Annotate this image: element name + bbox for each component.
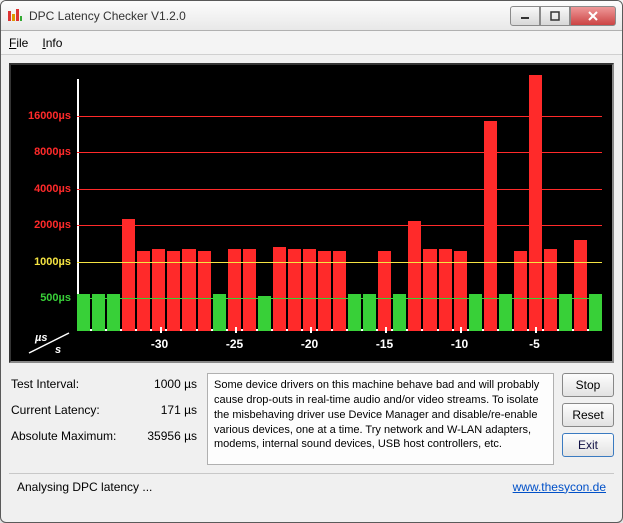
y-tick-label: 500µs bbox=[40, 292, 71, 304]
latency-bar bbox=[122, 219, 135, 331]
y-tick-label: 4000µs bbox=[34, 183, 71, 195]
app-window: DPC Latency Checker V1.2.0 File Info -30… bbox=[0, 0, 623, 523]
titlebar[interactable]: DPC Latency Checker V1.2.0 bbox=[1, 1, 622, 31]
client-area: -30 -25 -20 -15 -10 -5 µs s 500µs 1000µs 2000µs… bbox=[1, 55, 622, 507]
stat-interval-label: Test Interval: bbox=[11, 377, 121, 391]
x-tick-mark bbox=[460, 327, 462, 333]
minimize-button[interactable] bbox=[510, 6, 540, 26]
y-tick-label: 1000µs bbox=[34, 256, 71, 268]
stat-max-value: 35956 µs bbox=[121, 429, 197, 443]
latency-bar bbox=[77, 294, 90, 331]
latency-bar bbox=[408, 221, 421, 331]
svg-text:µs: µs bbox=[34, 332, 47, 344]
menubar: File Info bbox=[1, 31, 622, 55]
y-tick-label: 8000µs bbox=[34, 146, 71, 158]
gridline bbox=[77, 152, 602, 153]
stat-interval-value: 1000 µs bbox=[121, 377, 197, 391]
stat-max-label: Absolute Maximum: bbox=[11, 429, 121, 443]
window-buttons bbox=[510, 6, 616, 26]
stat-current-label: Current Latency: bbox=[11, 403, 121, 417]
gridline bbox=[77, 298, 602, 299]
latency-bar bbox=[258, 296, 271, 331]
x-tick-mark bbox=[535, 327, 537, 333]
latency-bar bbox=[559, 294, 572, 331]
menu-info[interactable]: Info bbox=[42, 36, 62, 50]
svg-text:s: s bbox=[55, 344, 61, 356]
reset-button[interactable]: Reset bbox=[562, 403, 614, 427]
gridline bbox=[77, 262, 602, 263]
status-text: Analysing DPC latency ... bbox=[17, 480, 513, 494]
x-tick-label: -25 bbox=[226, 337, 243, 351]
maximize-button[interactable] bbox=[540, 6, 570, 26]
window-title: DPC Latency Checker V1.2.0 bbox=[29, 9, 510, 23]
stat-current: Current Latency: 171 µs bbox=[11, 403, 197, 417]
app-icon bbox=[7, 8, 23, 24]
latency-bar bbox=[273, 247, 286, 331]
x-tick-label: -20 bbox=[301, 337, 318, 351]
gridline bbox=[77, 116, 602, 117]
latency-chart: -30 -25 -20 -15 -10 -5 µs s 500µs 1000µs 2000µs… bbox=[9, 63, 614, 363]
latency-bar bbox=[213, 294, 226, 331]
x-tick-mark bbox=[310, 327, 312, 333]
minimize-icon bbox=[520, 11, 530, 21]
latency-bar bbox=[107, 294, 120, 331]
x-tick-label: -5 bbox=[529, 337, 540, 351]
latency-bar bbox=[469, 294, 482, 331]
statusbar: Analysing DPC latency ... www.thesycon.d… bbox=[9, 473, 614, 499]
gridline bbox=[77, 189, 602, 190]
x-tick-mark bbox=[235, 327, 237, 333]
stat-interval: Test Interval: 1000 µs bbox=[11, 377, 197, 391]
stat-max: Absolute Maximum: 35956 µs bbox=[11, 429, 197, 443]
latency-bar bbox=[499, 294, 512, 331]
maximize-icon bbox=[550, 11, 560, 21]
x-tick-label: -15 bbox=[376, 337, 393, 351]
vendor-link[interactable]: www.thesycon.de bbox=[513, 480, 606, 494]
latency-bar bbox=[92, 294, 105, 331]
latency-bar bbox=[348, 294, 361, 331]
button-column: Stop Reset Exit bbox=[562, 373, 614, 465]
axis-unit-corner: µs s bbox=[25, 329, 73, 357]
stats-panel: Test Interval: 1000 µs Current Latency: … bbox=[9, 373, 199, 465]
exit-button[interactable]: Exit bbox=[562, 433, 614, 457]
x-tick-mark bbox=[385, 327, 387, 333]
lower-panel: Test Interval: 1000 µs Current Latency: … bbox=[9, 373, 614, 465]
latency-bar bbox=[393, 294, 406, 331]
latency-bar bbox=[574, 240, 587, 331]
y-tick-label: 2000µs bbox=[34, 219, 71, 231]
message-box: Some device drivers on this machine beha… bbox=[207, 373, 554, 465]
latency-bar bbox=[589, 294, 602, 331]
close-button[interactable] bbox=[570, 6, 616, 26]
y-tick-label: 16000µs bbox=[28, 110, 71, 122]
menu-file[interactable]: File bbox=[9, 36, 28, 50]
stop-button[interactable]: Stop bbox=[562, 373, 614, 397]
x-tick-label: -10 bbox=[451, 337, 468, 351]
latency-bar bbox=[529, 75, 542, 331]
x-tick-mark bbox=[160, 327, 162, 333]
x-tick-label: -30 bbox=[151, 337, 168, 351]
chart-plot-area bbox=[77, 79, 602, 331]
stat-current-value: 171 µs bbox=[121, 403, 197, 417]
close-icon bbox=[587, 10, 599, 22]
x-tick-container: -30 -25 -20 -15 -10 -5 bbox=[77, 333, 602, 357]
latency-bar bbox=[363, 294, 376, 331]
gridline bbox=[77, 225, 602, 226]
